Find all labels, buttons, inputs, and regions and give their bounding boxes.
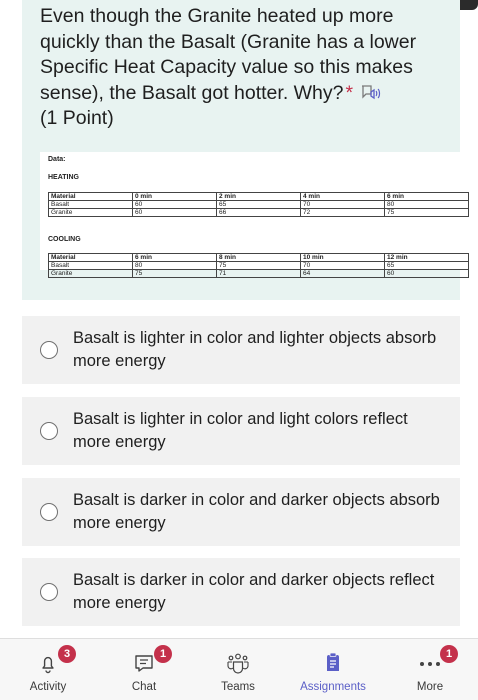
nav-chat[interactable]: 1 Chat bbox=[106, 639, 182, 700]
table-row: Basalt 60 65 70 80 bbox=[48, 200, 469, 209]
nav-label: Chat bbox=[131, 681, 157, 693]
question-card: Even though the Granite heated up more q… bbox=[22, 0, 476, 300]
nav-label: Activity bbox=[29, 681, 67, 693]
option-3[interactable]: Basalt is darker in color and darker obj… bbox=[22, 478, 460, 546]
table-cell: 65 bbox=[216, 200, 301, 209]
table-cell: 70 bbox=[300, 261, 385, 270]
bottom-nav: 3 Activity 1 Chat Teams Assignments 1 Mo… bbox=[0, 638, 478, 700]
column-header: 8 min bbox=[216, 253, 301, 262]
cooling-table: Material 6 min 8 min 10 min 12 min Basalt 80 75… bbox=[48, 253, 469, 278]
nav-teams[interactable]: Teams bbox=[200, 639, 276, 700]
table-cell: 75 bbox=[384, 208, 469, 217]
required-mark: * bbox=[345, 81, 354, 104]
column-header: 0 min bbox=[132, 192, 217, 201]
radio-button[interactable] bbox=[40, 341, 58, 359]
radio-button[interactable] bbox=[40, 422, 58, 440]
table-cell: Granite bbox=[48, 208, 133, 217]
immersive-reader-icon[interactable] bbox=[359, 83, 381, 103]
table-cell: 60 bbox=[384, 269, 469, 278]
table-cell: Granite bbox=[48, 269, 133, 278]
column-header: 4 min bbox=[300, 192, 385, 201]
table-cell: 70 bbox=[300, 200, 385, 209]
table-cell: 72 bbox=[300, 208, 385, 217]
table-cell: 64 bbox=[300, 269, 385, 278]
table-cell: 60 bbox=[132, 200, 217, 209]
table-row: Granite 75 71 64 60 bbox=[48, 269, 469, 278]
nav-label: Assignments bbox=[300, 681, 366, 693]
table-row: Granite 60 66 72 75 bbox=[48, 208, 469, 217]
option-2[interactable]: Basalt is lighter in color and light col… bbox=[22, 397, 460, 465]
heating-header-row: Material 0 min 2 min 4 min 6 min bbox=[48, 192, 469, 201]
table-cell: 80 bbox=[384, 200, 469, 209]
table-cell: 65 bbox=[384, 261, 469, 270]
heating-table: Material 0 min 2 min 4 min 6 min Basalt 60 65 70… bbox=[48, 192, 469, 217]
table-cell: 75 bbox=[216, 261, 301, 270]
nav-activity[interactable]: 3 Activity bbox=[10, 639, 86, 700]
table-cell: Basalt bbox=[48, 200, 133, 209]
table-cell: 75 bbox=[132, 269, 217, 278]
table-cell: 66 bbox=[216, 208, 301, 217]
column-header: 10 min bbox=[300, 253, 385, 262]
cooling-header-row: Material 6 min 8 min 10 min 12 min bbox=[48, 253, 469, 262]
table-cell: 71 bbox=[216, 269, 301, 278]
option-label: Basalt is darker in color and darker obj… bbox=[73, 491, 440, 532]
option-label: Basalt is darker in color and darker obj… bbox=[73, 571, 435, 612]
column-header: 6 min bbox=[384, 192, 469, 201]
cooling-label: COOLING bbox=[48, 236, 81, 243]
table-row: Basalt 80 75 70 65 bbox=[48, 261, 469, 270]
radio-button[interactable] bbox=[40, 503, 58, 521]
option-4[interactable]: Basalt is darker in color and darker obj… bbox=[22, 558, 460, 626]
table-cell: 60 bbox=[132, 208, 217, 217]
column-header: 12 min bbox=[384, 253, 469, 262]
more-badge: 1 bbox=[440, 645, 458, 663]
table-cell: Basalt bbox=[48, 261, 133, 270]
teams-icon bbox=[227, 653, 249, 674]
column-header: Material bbox=[48, 192, 133, 201]
assignments-icon bbox=[327, 652, 339, 671]
data-label: Data: bbox=[48, 156, 66, 163]
column-header: Material bbox=[48, 253, 133, 262]
table-cell: 80 bbox=[132, 261, 217, 270]
nav-more[interactable]: 1 More bbox=[392, 639, 468, 700]
column-header: 6 min bbox=[132, 253, 217, 262]
heating-label: HEATING bbox=[48, 174, 79, 181]
radio-button[interactable] bbox=[40, 583, 58, 601]
activity-badge: 3 bbox=[58, 645, 76, 663]
option-label: Basalt is lighter in color and light col… bbox=[73, 410, 408, 451]
nav-label: Teams bbox=[221, 681, 255, 693]
option-label: Basalt is lighter in color and lighter o… bbox=[73, 329, 437, 370]
question-text: Even though the Granite heated up more q… bbox=[40, 4, 440, 132]
data-table-image: Data: HEATING Material 0 min 2 min 4 min 6 m… bbox=[40, 152, 476, 278]
question-points: (1 Point) bbox=[40, 107, 114, 129]
chat-badge: 1 bbox=[154, 645, 172, 663]
option-1[interactable]: Basalt is lighter in color and lighter o… bbox=[22, 316, 460, 384]
nav-assignments[interactable]: Assignments bbox=[286, 639, 380, 700]
column-header: 2 min bbox=[216, 192, 301, 201]
nav-label: More bbox=[416, 681, 444, 693]
